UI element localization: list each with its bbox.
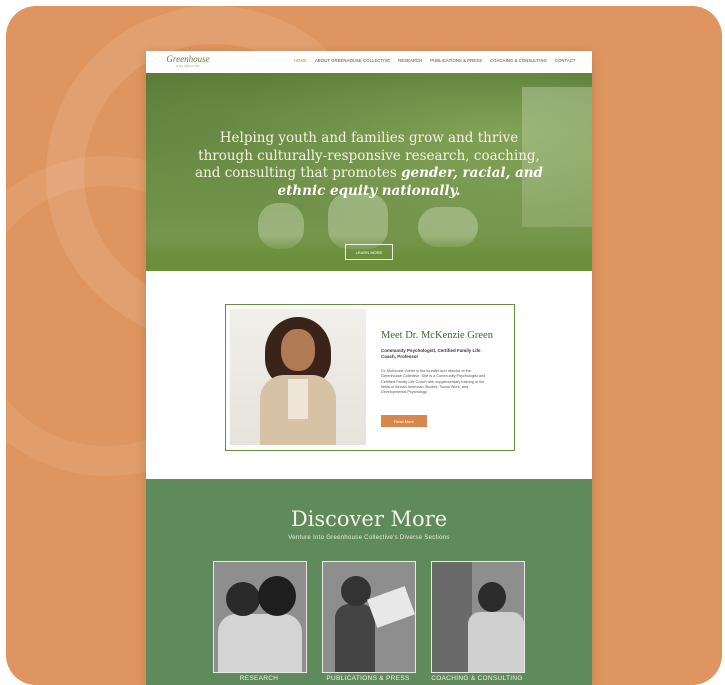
research-tile-image[interactable]: [213, 561, 307, 673]
photo-shape: [218, 614, 302, 672]
publications-tile-label[interactable]: PUBLICATIONS & PRESS: [313, 675, 423, 682]
nav-item-coaching[interactable]: COACHING & CONSULTING: [490, 58, 547, 63]
hero-headline: Helping youth and families grow and thri…: [186, 130, 552, 200]
founder-subtitle: Community Psychologist, Certified Family…: [381, 348, 481, 359]
discover-title: Discover More: [290, 507, 448, 531]
nav-item-research[interactable]: RESEARCH: [398, 58, 422, 63]
photo-shape: [335, 604, 375, 672]
logo-wordmark: Greenhouse: [166, 54, 210, 64]
logo-subtitle: COLLECTIVE: [176, 64, 200, 68]
photo-shape: [478, 582, 506, 612]
nav-item-publications[interactable]: PUBLICATIONS & PRESS: [430, 58, 482, 63]
meet-section: Meet Dr. McKenzie Green Community Psycho…: [146, 271, 592, 479]
discover-section: Discover More Venture Into Greenhouse Co…: [146, 479, 592, 685]
nav-item-about[interactable]: ABOUT GREENHOUSE COLLECTIVE: [315, 58, 390, 63]
read-more-button[interactable]: Read More: [381, 415, 427, 427]
hero-line-2: through culturally-responsive research, …: [198, 147, 540, 164]
nav-item-home[interactable]: HOME: [294, 58, 307, 63]
publications-tile-image[interactable]: [322, 561, 416, 673]
hero-line-1: Helping youth and families grow and thri…: [219, 130, 519, 146]
website-mockup: Greenhouse COLLECTIVE HOME ABOUT GREENHO…: [146, 51, 592, 685]
founder-title: Meet Dr. McKenzie Green: [381, 330, 493, 341]
photo-shirt: [288, 379, 308, 419]
research-tile-label[interactable]: RESEARCH: [204, 675, 314, 682]
top-navigation: Greenhouse COLLECTIVE HOME ABOUT GREENHO…: [146, 51, 592, 73]
learn-more-button[interactable]: LEARN MORE: [345, 244, 393, 260]
nav-item-contact[interactable]: CONTACT: [555, 58, 576, 63]
photo-shape: [226, 582, 260, 616]
hero-emphasis-1: gender, racial, and: [401, 165, 543, 181]
photo-shape: [432, 562, 472, 672]
photo-shape: [258, 576, 296, 616]
photo-shape: [468, 612, 524, 672]
hero-section: Helping youth and families grow and thri…: [146, 73, 592, 271]
founder-photo: [230, 309, 366, 445]
coaching-tile-label[interactable]: COACHING & CONSULTING: [422, 675, 532, 682]
hero-emphasis-2: ethnic equity nationally.: [277, 182, 461, 199]
coaching-tile-image[interactable]: [431, 561, 525, 673]
nav-menu: HOME ABOUT GREENHOUSE COLLECTIVE RESEARC…: [294, 58, 576, 63]
site-logo[interactable]: Greenhouse COLLECTIVE: [162, 55, 214, 71]
photo-face: [281, 329, 315, 371]
discover-subtitle: Venture Into Greenhouse Collective's Div…: [288, 535, 450, 541]
photo-shape: [341, 576, 371, 606]
hero-line-3: and consulting that promotes: [195, 165, 397, 181]
founder-bio: Dr. McKenzie Green is the founder and di…: [381, 369, 486, 395]
photo-shape: [367, 586, 415, 628]
founder-card: Meet Dr. McKenzie Green Community Psycho…: [225, 304, 515, 451]
showcase-frame: Greenhouse COLLECTIVE HOME ABOUT GREENHO…: [6, 6, 722, 685]
